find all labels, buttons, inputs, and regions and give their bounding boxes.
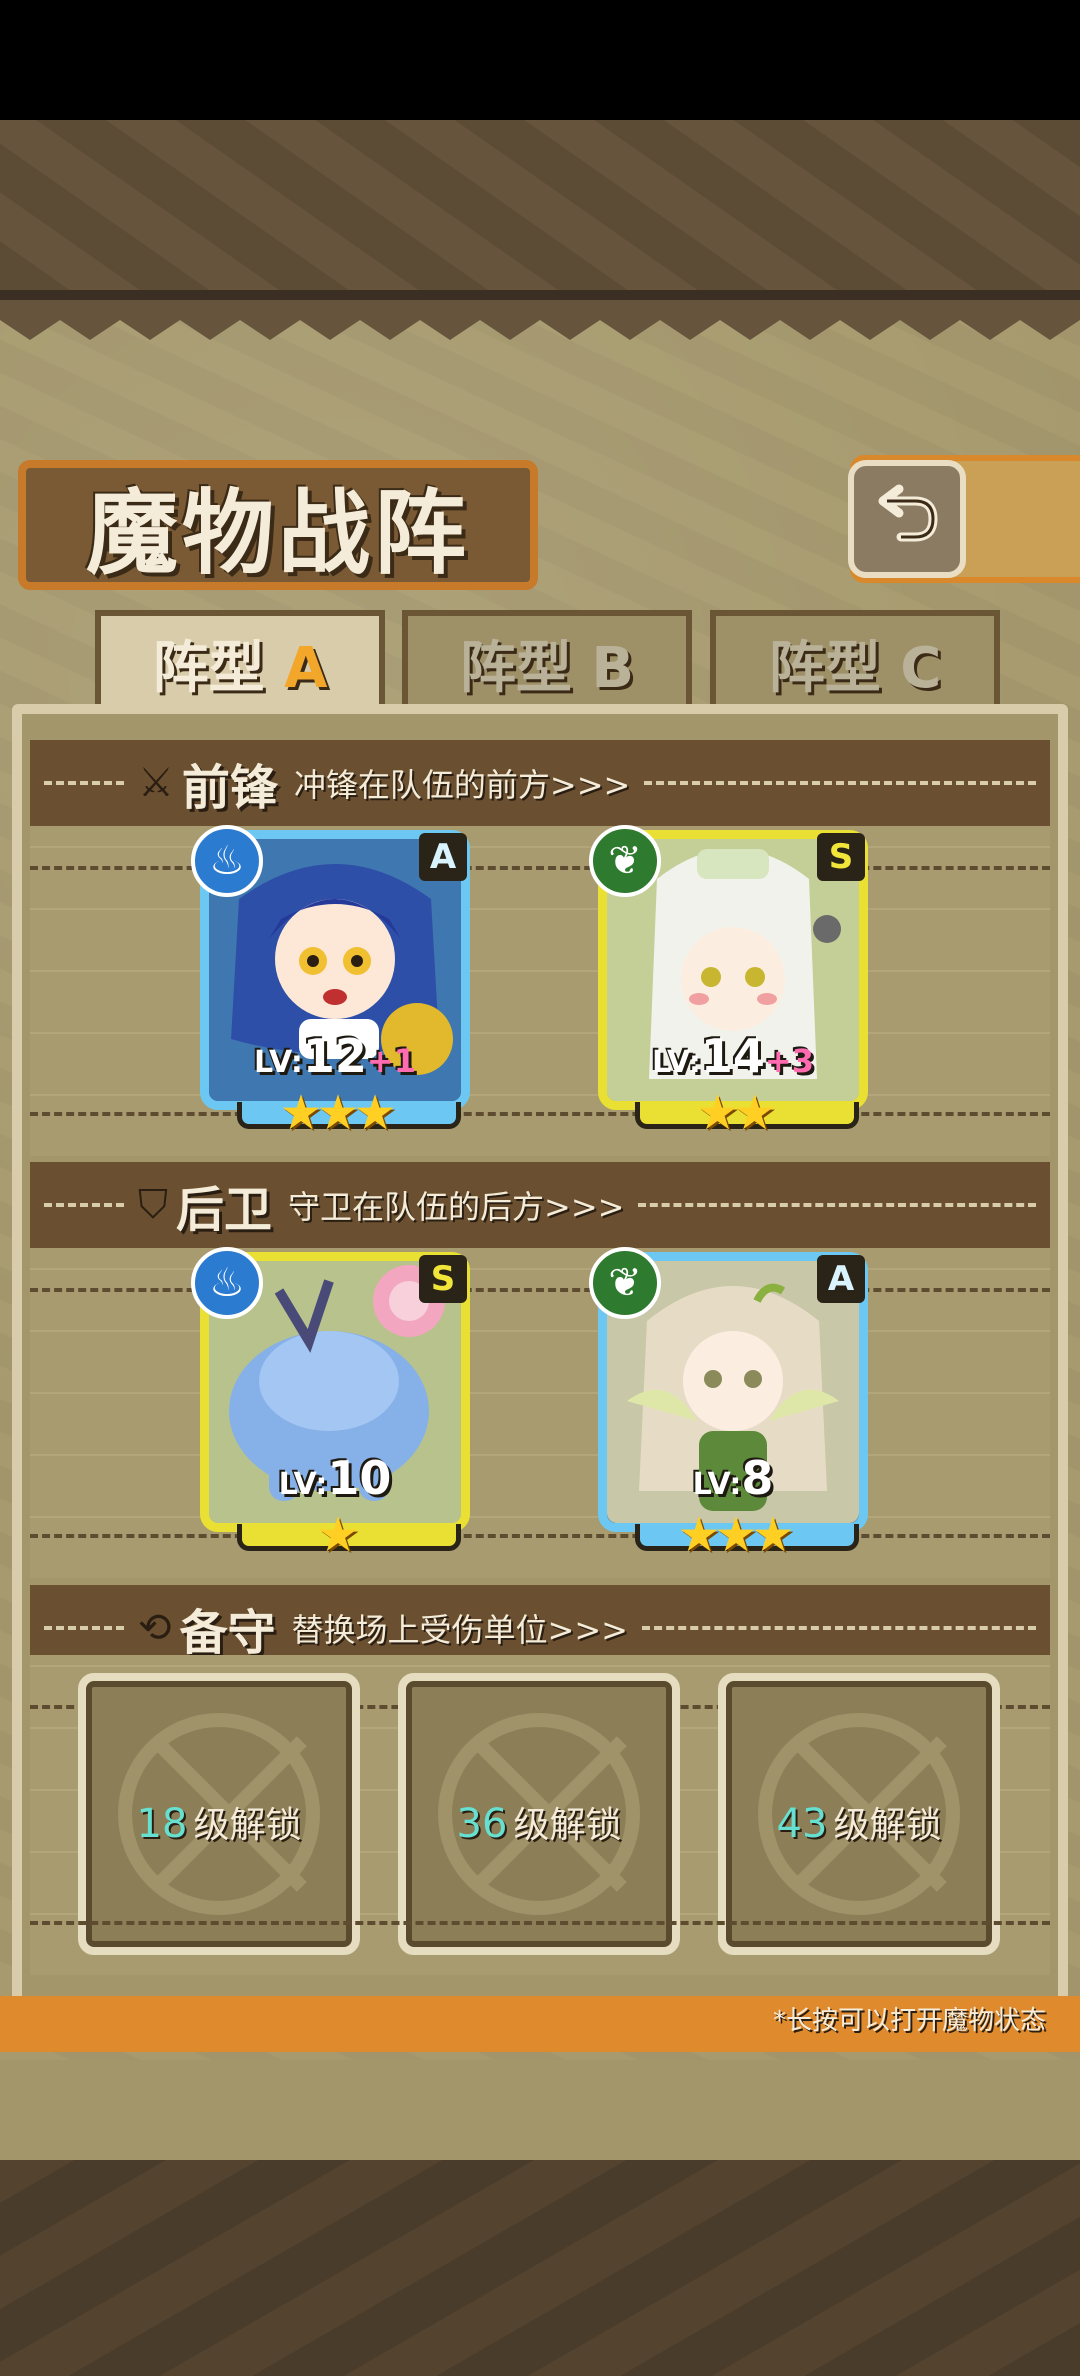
back-button[interactable] (848, 460, 966, 578)
star-rating: ★ (316, 1507, 359, 1563)
reserve-slot-locked[interactable]: 18 级解锁 (78, 1673, 360, 1955)
level-prefix: LV: (692, 1467, 742, 1502)
unit-card[interactable]: ♨ S LV:10 ★ (191, 1247, 470, 1563)
tab-label: 阵型 (152, 635, 265, 701)
tab-formation-b[interactable]: 阵型 B (402, 610, 692, 710)
section-subtitle: 冲锋在队伍的前方>>> (293, 766, 631, 804)
formation-tabs: 阵型 A 阵型 B 阵型 C (20, 610, 1060, 710)
section-title: 前锋 (181, 760, 278, 816)
map-background-bottom (0, 2160, 1080, 2376)
reserve-row: 18 级解锁 36 级解锁 43 级解锁 (30, 1655, 1050, 1975)
tab-label: 阵型 (459, 635, 572, 701)
tab-letter: A (284, 635, 328, 701)
rank-badge: S (817, 833, 865, 881)
level-prefix: LV: (278, 1467, 328, 1502)
level-prefix: LV: (254, 1045, 303, 1080)
unlock-level: 36 (456, 1801, 508, 1847)
page-title: 魔物战阵 (85, 478, 470, 587)
rank-badge: S (419, 1255, 467, 1303)
tab-label: 阵型 (768, 635, 881, 701)
section-subtitle: 守卫在队伍的后方>>> (288, 1188, 625, 1226)
star-rating: ★★ (695, 1085, 776, 1141)
star-rating: ★★★ (677, 1507, 794, 1563)
level-value: 14 (700, 1029, 765, 1083)
shield-icon: ⛉ (138, 1182, 168, 1228)
leaf-element-icon: ❦ (589, 825, 661, 897)
unit-card[interactable]: ♨ A LV:12+1 ★★★ (191, 825, 470, 1141)
tab-letter: B (591, 635, 635, 701)
rearguard-row (30, 1248, 1050, 1578)
level-value: 10 (327, 1451, 392, 1505)
star-rating: ★★★ (279, 1085, 396, 1141)
tab-letter: C (900, 635, 942, 701)
section-header-vanguard: ⚔ 前锋 冲锋在队伍的前方>>> (30, 740, 1050, 826)
level-prefix: LV: (652, 1045, 701, 1080)
footnote-hint: *长按可以打开魔物状态 (772, 2006, 1046, 2036)
rank-badge: A (419, 833, 467, 881)
water-element-icon: ♨ (191, 1247, 263, 1319)
section-header-rearguard: ⛉ 后卫 守卫在队伍的后方>>> (30, 1162, 1050, 1248)
map-background-top (0, 120, 1080, 290)
tab-formation-a[interactable]: 阵型 A (95, 610, 385, 710)
back-arrow-icon (878, 484, 938, 542)
unlock-label: 级解锁 (193, 1805, 302, 1846)
unit-card[interactable]: ❦ A LV:8 ★★★ (589, 1247, 868, 1563)
level-bonus: +1 (366, 1042, 416, 1080)
leaf-element-icon: ❦ (589, 1247, 661, 1319)
unlock-label: 级解锁 (513, 1805, 622, 1846)
sword-icon: ⚔ (138, 760, 174, 806)
status-bar (0, 0, 1080, 120)
level-bonus: +3 (764, 1042, 814, 1080)
vanguard-row (30, 826, 1050, 1156)
reserve-slot-locked[interactable]: 43 级解锁 (718, 1673, 1000, 1955)
unlock-label: 级解锁 (833, 1805, 942, 1846)
tab-formation-c[interactable]: 阵型 C (710, 610, 1000, 710)
section-title: 备守 (179, 1605, 276, 1661)
section-subtitle: 替换场上受伤单位>>> (291, 1611, 628, 1649)
level-value: 8 (741, 1451, 774, 1505)
swap-icon: ⟲ (138, 1605, 172, 1651)
unlock-level: 43 (776, 1801, 828, 1847)
unlock-level: 18 (136, 1801, 188, 1847)
reserve-slot-locked[interactable]: 36 级解锁 (398, 1673, 680, 1955)
level-value: 12 (302, 1029, 367, 1083)
parchment-bottom (0, 2060, 1080, 2160)
torn-edge-top (0, 300, 1080, 340)
section-title: 后卫 (176, 1182, 273, 1238)
unit-card[interactable]: ❦ S LV:14+3 ★★ (589, 825, 868, 1141)
title-banner: 魔物战阵 (18, 460, 538, 590)
rank-badge: A (817, 1255, 865, 1303)
water-element-icon: ♨ (191, 825, 263, 897)
